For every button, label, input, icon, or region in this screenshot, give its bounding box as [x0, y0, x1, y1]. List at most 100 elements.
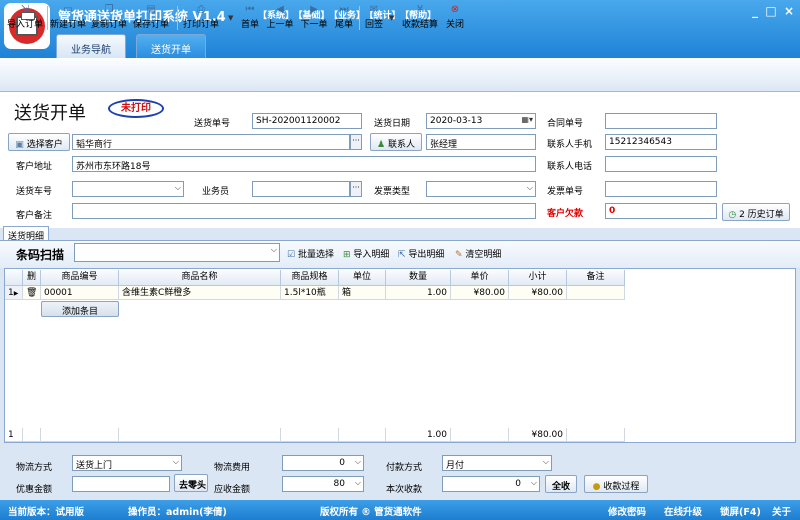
calendar-icon[interactable]: ▦▾ — [521, 115, 533, 124]
chevron-down-icon: ⌵ — [174, 183, 181, 192]
about-link[interactable]: 关于 — [772, 504, 791, 518]
row-indicator[interactable]: 1▶ — [5, 286, 23, 300]
barcode-input[interactable]: ⌵ — [74, 243, 280, 262]
received-label: 本次收款 — [386, 485, 423, 495]
customer-icon: ▣ — [15, 140, 24, 150]
table-cell-name[interactable]: 含维生素C鲜橙多 — [119, 286, 281, 300]
print-dropdown-icon[interactable]: ▼ — [228, 14, 233, 22]
first-order-button[interactable]: ⏮ 首单 — [238, 4, 262, 32]
online-upgrade-link[interactable]: 在线升级 — [664, 504, 702, 518]
mobile-field[interactable]: 15212346543 — [605, 134, 717, 150]
debt-label: 客户欠款 — [547, 209, 584, 219]
col-unit: 单位 — [339, 270, 386, 286]
first-icon: ⏮ — [245, 4, 255, 15]
next-order-button[interactable]: ▶ 下一单 — [298, 4, 330, 32]
invoice-type-label: 发票类型 — [374, 187, 411, 197]
table-cell-price[interactable]: ¥80.00 — [451, 286, 509, 300]
minimize-button[interactable]: _ — [748, 4, 762, 18]
new-document-icon: ▭ — [63, 4, 73, 15]
date-field[interactable]: 2020-03-13 ▦▾ — [426, 113, 536, 129]
table-cell-subtotal[interactable]: ¥80.00 — [509, 286, 567, 300]
remark-field[interactable] — [72, 203, 536, 219]
new-order-button[interactable]: ▭ 新建订单 — [49, 4, 87, 32]
customer-lookup-button[interactable]: ··· — [350, 134, 362, 150]
batch-select-button[interactable]: ☑ 批量选择 — [287, 247, 334, 260]
sign-back-icon: ✉ — [369, 4, 379, 15]
history-orders-button[interactable]: ◷ 2 历史订单 — [722, 203, 790, 221]
save-order-button[interactable]: ▤ 保存订单 — [131, 4, 171, 32]
table-cell-code[interactable]: 00001 — [41, 286, 119, 300]
table-cell-unit[interactable]: 箱 — [339, 286, 386, 300]
previous-order-button[interactable]: ◀ 上一单 — [264, 4, 296, 32]
tab-business-nav[interactable]: 业务导航 — [56, 34, 126, 58]
receive-all-button[interactable]: 全收 — [545, 475, 577, 493]
phone-field[interactable] — [605, 156, 717, 172]
remark-label: 客户备注 — [16, 211, 53, 221]
close-icon: ⊗ — [450, 4, 460, 15]
received-field[interactable]: 0 ⌵ — [442, 476, 540, 492]
round-off-button[interactable]: 去零头 — [174, 474, 208, 492]
customer-field[interactable]: 韬华商行 — [72, 134, 350, 150]
copyright-text: 版权所有 ® 管货通软件 — [320, 507, 422, 518]
barcode-scan-label: 条码扫描 — [16, 248, 65, 262]
receivable-field[interactable]: 80 ⌵ — [282, 476, 364, 492]
print-order-button[interactable]: ⎙ 打印订单 — [181, 4, 221, 32]
change-password-link[interactable]: 修改密码 — [608, 504, 646, 518]
salesman-field[interactable] — [252, 181, 350, 197]
import-order-button[interactable]: ⇲ 导入订单 — [4, 4, 46, 32]
import-detail-icon: ⊞ — [343, 250, 351, 260]
col-price: 单价 — [451, 270, 509, 286]
payment-process-button[interactable]: ● 收款过程 — [584, 475, 648, 493]
col-code: 商品编号 — [41, 270, 119, 286]
contact-button[interactable]: ♟ 联系人 — [370, 133, 422, 151]
footer-count: 1 — [5, 428, 23, 442]
sign-back-button[interactable]: ✉ 回签 — [362, 4, 386, 32]
chevron-down-icon: ⌵ — [526, 183, 533, 192]
copy-order-button[interactable]: ❐ 复制订单 — [90, 4, 128, 32]
vehicle-select[interactable]: ⌵ — [72, 181, 184, 197]
logistics-select[interactable]: 送货上门 ⌵ — [72, 455, 182, 471]
order-no-field[interactable]: SH-202001120002 — [252, 113, 362, 129]
money-icon: ¥ — [416, 4, 424, 15]
contact-field[interactable]: 张经理 — [426, 134, 536, 150]
version-text: 当前版本：试用版 — [8, 507, 85, 518]
col-name: 商品名称 — [119, 270, 281, 286]
sign-back-dropdown-icon[interactable]: ▼ — [389, 14, 394, 22]
lock-screen-link[interactable]: 锁屏(F4) — [720, 504, 761, 518]
last-icon: ⏭ — [339, 4, 349, 15]
add-row-button[interactable]: 添加条目 — [41, 301, 119, 317]
discount-field[interactable] — [72, 476, 170, 492]
salesman-label: 业务员 — [202, 187, 230, 197]
export-detail-button[interactable]: ⇱ 导出明细 — [398, 247, 444, 260]
trash-icon[interactable]: 🗑 — [23, 286, 41, 300]
batch-select-icon: ☑ — [287, 250, 296, 260]
address-field[interactable]: 苏州市东环路18号 — [72, 156, 536, 172]
maximize-button[interactable]: □ — [764, 4, 778, 18]
table-cell-note[interactable] — [567, 286, 625, 300]
freight-label: 物流费用 — [214, 463, 251, 473]
payment-settlement-button[interactable]: ¥ 收款结算 — [399, 4, 441, 32]
invoice-type-select[interactable]: ⌵ — [426, 181, 536, 197]
last-order-button[interactable]: ⏭ 尾单 — [332, 4, 356, 32]
copy-icon: ❐ — [104, 4, 114, 15]
contract-no-field[interactable] — [605, 113, 717, 129]
tab-delivery-detail[interactable]: 送货明细 — [3, 226, 50, 242]
table-cell-spec[interactable]: 1.5l*10瓶 — [281, 286, 339, 300]
import-detail-button[interactable]: ⊞ 导入明细 — [343, 247, 389, 260]
contact-icon: ♟ — [377, 140, 386, 150]
payment-method-select[interactable]: 月付 ⌵ — [442, 455, 552, 471]
salesman-lookup-button[interactable]: ··· — [350, 181, 362, 197]
debt-field: 0 — [605, 203, 717, 219]
toolbar — [0, 58, 800, 92]
table-cell-qty[interactable]: 1.00 — [386, 286, 451, 300]
footer-subtotal: ¥80.00 — [509, 428, 567, 442]
freight-field[interactable]: 0 ⌵ — [282, 455, 364, 471]
invoice-no-field[interactable] — [605, 181, 717, 197]
select-customer-button[interactable]: ▣ 选择客户 — [8, 133, 70, 151]
close-button[interactable]: ⊗ 关闭 — [443, 4, 467, 32]
clear-detail-button[interactable]: ✎ 清空明细 — [455, 247, 501, 260]
tab-delivery-order[interactable]: 送货开单 — [136, 34, 206, 58]
footer-qty: 1.00 — [386, 428, 451, 442]
window-close-button[interactable]: × — [782, 4, 796, 18]
page-title: 送货开单 — [14, 103, 86, 124]
